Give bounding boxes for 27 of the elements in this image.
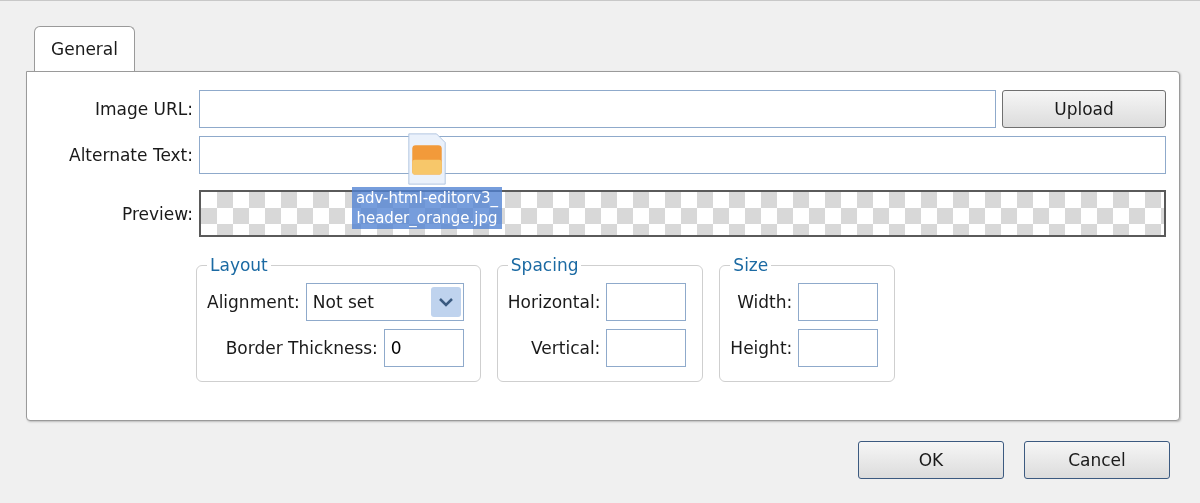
field-label: Alternate Text: [68, 145, 193, 165]
alignment-dropdown[interactable]: Not set [305, 283, 464, 321]
field-label: Alignment: [207, 292, 300, 312]
field-label: Preview: [121, 203, 193, 224]
caret-icon [438, 297, 453, 307]
input-field[interactable]: 0 [383, 329, 464, 367]
group-legend: Layout [207, 255, 271, 275]
group-legend: Spacing [507, 255, 582, 275]
dialog-button[interactable]: Cancel [1024, 441, 1170, 479]
field-label: Image URL: [93, 99, 193, 119]
field-label: Width: [737, 292, 793, 312]
input-field[interactable] [199, 90, 996, 128]
dialog-button[interactable]: OK [858, 441, 1004, 479]
dragged-file-name: adv-html-editorv3_header_orange.jpg [352, 187, 502, 229]
field-label: Height: [730, 338, 793, 358]
input-field[interactable] [798, 329, 879, 367]
input-field[interactable] [199, 136, 1166, 174]
image-file-icon [407, 133, 447, 185]
upload-button[interactable]: Upload [1002, 90, 1166, 128]
field-label: Horizontal: [507, 292, 601, 312]
field-label: Vertical: [531, 338, 601, 358]
input-field[interactable] [606, 329, 687, 367]
input-field[interactable] [606, 283, 687, 321]
group-legend: Size [730, 255, 772, 275]
tab[interactable]: General [34, 26, 135, 71]
input-field[interactable] [798, 283, 879, 321]
field-label: Border Thickness: [225, 338, 378, 358]
